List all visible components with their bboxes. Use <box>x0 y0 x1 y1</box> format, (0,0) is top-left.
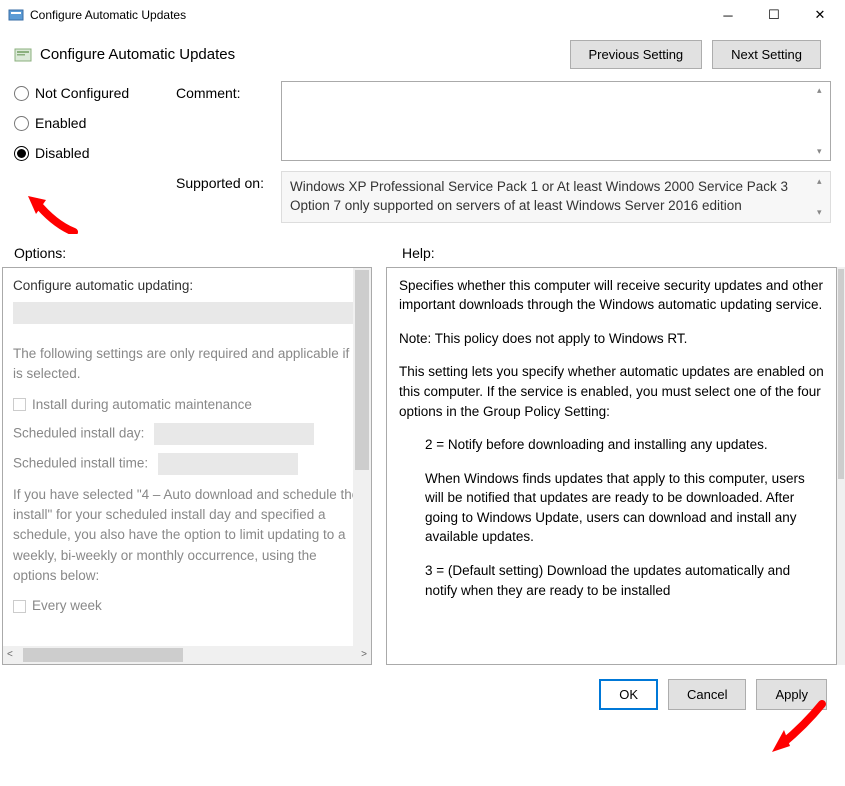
radio-disabled[interactable]: Disabled <box>14 145 164 161</box>
comment-textarea[interactable]: ▴▾ <box>281 81 831 161</box>
sched-day-label: Scheduled install day: <box>13 425 144 440</box>
sched-time-label: Scheduled install time: <box>13 455 148 470</box>
radio-not-configured-input[interactable] <box>14 86 29 101</box>
radio-enabled-input[interactable] <box>14 116 29 131</box>
next-setting-button[interactable]: Next Setting <box>712 40 821 69</box>
install-maintenance-checkbox[interactable]: Install during automatic maintenance <box>13 395 361 415</box>
titlebar: Configure Automatic Updates ─ ☐ ✕ <box>0 0 845 30</box>
sched-day-row: Scheduled install day: <box>13 423 361 445</box>
previous-setting-button[interactable]: Previous Setting <box>570 40 703 69</box>
setting-title: Configure Automatic Updates <box>40 46 570 63</box>
every-week-label: Every week <box>32 596 102 616</box>
help-p3: This setting lets you specify whether au… <box>399 362 824 421</box>
sched-time-dropdown[interactable] <box>158 453 298 475</box>
minimize-button[interactable]: ─ <box>705 0 751 30</box>
supported-text: Windows XP Professional Service Pack 1 o… <box>281 171 831 223</box>
checkbox-icon <box>13 600 26 613</box>
radio-enabled-label: Enabled <box>35 115 86 131</box>
help-label: Help: <box>384 245 831 261</box>
comment-spinner[interactable]: ▴▾ <box>817 85 827 157</box>
header: Configure Automatic Updates Previous Set… <box>0 30 845 77</box>
help-p2: Note: This policy does not apply to Wind… <box>399 329 824 349</box>
options-heading: Configure automatic updating: <box>13 276 361 296</box>
help-p5: When Windows finds updates that apply to… <box>399 469 824 547</box>
help-p6: 3 = (Default setting) Download the updat… <box>399 561 824 600</box>
app-icon <box>8 7 24 23</box>
radio-not-configured-label: Not Configured <box>35 85 129 101</box>
ok-button[interactable]: OK <box>599 679 658 710</box>
radio-not-configured[interactable]: Not Configured <box>14 85 164 101</box>
radio-disabled-label: Disabled <box>35 145 89 161</box>
radio-group: Not Configured Enabled Disabled <box>14 81 164 233</box>
options-note: The following settings are only required… <box>13 344 361 385</box>
comment-label: Comment: <box>176 81 281 101</box>
options-label: Options: <box>14 245 384 261</box>
supported-field: Supported on: Windows XP Professional Se… <box>176 171 831 223</box>
close-button[interactable]: ✕ <box>797 0 843 30</box>
sched-day-dropdown[interactable] <box>154 423 314 445</box>
updating-dropdown[interactable] <box>13 302 361 324</box>
config-area: Not Configured Enabled Disabled Comment:… <box>0 77 845 239</box>
help-p1: Specifies whether this computer will rec… <box>399 276 824 315</box>
every-week-checkbox[interactable]: Every week <box>13 596 361 616</box>
comment-field: Comment: ▴▾ <box>176 81 831 161</box>
options-panel: Configure automatic updating: The follow… <box>2 267 372 665</box>
apply-button[interactable]: Apply <box>756 679 827 710</box>
window-controls: ─ ☐ ✕ <box>705 0 843 30</box>
help-p4: 2 = Notify before downloading and instal… <box>399 435 824 455</box>
supported-label: Supported on: <box>176 171 281 191</box>
limit-text: If you have selected "4 – Auto download … <box>13 485 361 586</box>
setting-icon <box>14 46 32 64</box>
radio-disabled-input[interactable] <box>14 146 29 161</box>
install-maintenance-label: Install during automatic maintenance <box>32 395 252 415</box>
footer: OK Cancel Apply <box>0 665 845 724</box>
options-horizontal-scrollbar[interactable]: <> <box>3 646 371 664</box>
help-panel: Specifies whether this computer will rec… <box>386 267 837 665</box>
maximize-button[interactable]: ☐ <box>751 0 797 30</box>
window-title: Configure Automatic Updates <box>30 8 705 22</box>
cancel-button[interactable]: Cancel <box>668 679 746 710</box>
main-scrollbar[interactable] <box>837 267 845 665</box>
options-vertical-scrollbar[interactable] <box>353 268 371 646</box>
supported-spinner[interactable]: ▴▾ <box>817 175 827 219</box>
radio-enabled[interactable]: Enabled <box>14 115 164 131</box>
panels: Configure automatic updating: The follow… <box>0 267 845 665</box>
sched-time-row: Scheduled install time: <box>13 453 361 475</box>
panel-labels: Options: Help: <box>0 239 845 267</box>
checkbox-icon <box>13 398 26 411</box>
supported-value: Windows XP Professional Service Pack 1 o… <box>290 179 788 213</box>
